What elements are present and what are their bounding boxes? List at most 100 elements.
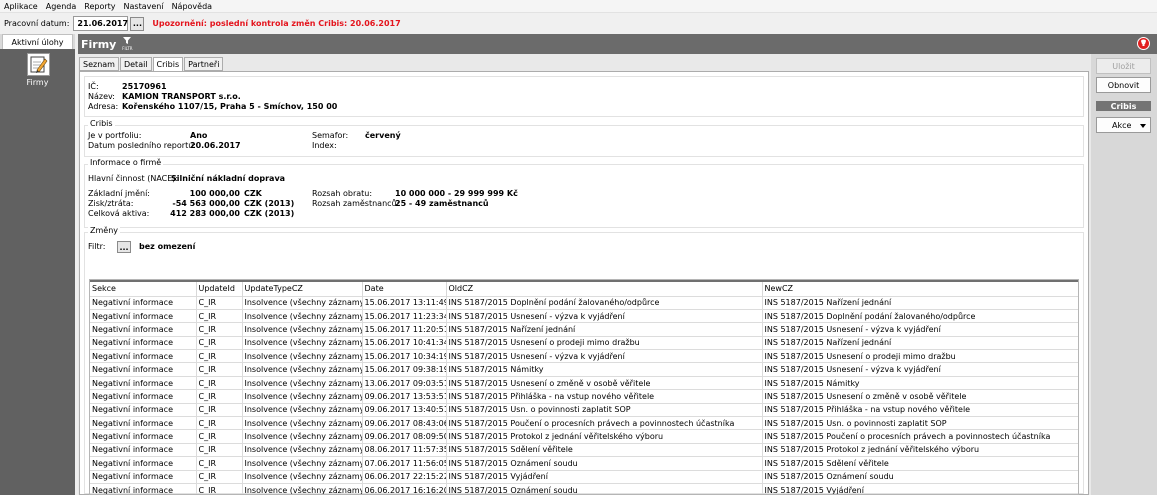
cell-sekce: Negativní informace [90, 335, 197, 350]
cell-updateid: C_IR [196, 389, 243, 404]
action-dropdown-label: Akce [1112, 120, 1132, 130]
action-dropdown[interactable]: Akce [1096, 117, 1151, 133]
table-row[interactable]: Negativní informace C_IR Insolvence (všech… [90, 389, 1078, 404]
col-updateid[interactable]: UpdateId [196, 282, 243, 296]
profit-label: Zisk/ztráta: [88, 199, 134, 208]
cell-date: 15.06.2017 09:38:19 [362, 362, 447, 377]
cell-updateid: C_IR [196, 469, 243, 484]
menu-bar: Aplikace Agenda Reporty Nastavení Nápově… [0, 0, 1157, 13]
index-label: Index: [312, 141, 337, 150]
menu-item-napoveda[interactable]: Nápověda [172, 2, 213, 11]
firmy-task-tile[interactable] [27, 53, 50, 76]
table-row[interactable]: Negativní informace C_IR Insolvence (všech… [90, 456, 1078, 471]
capital-value: 100 000,00 [189, 189, 240, 198]
table-header-row: Sekce UpdateId UpdateTypeCZ Date OldCZ N… [90, 282, 1078, 296]
col-updatetypecz[interactable]: UpdateTypeCZ [242, 282, 363, 296]
changes-table[interactable]: Sekce UpdateId UpdateTypeCZ Date OldCZ N… [89, 279, 1079, 495]
cell-updateid: C_IR [196, 308, 243, 323]
active-tasks-list: Firmy [0, 49, 75, 495]
cell-newcz: INS 5187/2015 Doplnění podání žalovaného… [762, 308, 1078, 323]
left-panel: Aktivní úlohy Firmy [0, 34, 75, 495]
table-row[interactable]: Negativní informace C_IR Insolvence (všech… [90, 349, 1078, 363]
table-row[interactable]: Negativní informace C_IR Insolvence (všech… [90, 295, 1078, 310]
table-row[interactable]: Negativní informace C_IR Insolvence (všech… [90, 322, 1078, 337]
company-info-title: Informace o firmě [88, 158, 164, 167]
cell-updateid: C_IR [196, 442, 243, 457]
working-date-field[interactable]: 21.06.2017 [73, 16, 129, 31]
cell-updateid: C_IR [196, 295, 243, 310]
cribis-tab-content: IČ: 25170961 Název: KAMION TRANSPORT s.r… [79, 71, 1089, 495]
cell-newcz: INS 5187/2015 Usnesení - výzva k vyjádře… [762, 322, 1078, 337]
table-row[interactable]: Negativní informace C_IR Insolvence (všech… [90, 442, 1078, 457]
filter-button[interactable]: FILTR [122, 37, 133, 51]
table-row[interactable]: Negativní informace C_IR Insolvence (všech… [90, 429, 1078, 444]
tab-active-tasks[interactable]: Aktivní úlohy [2, 34, 73, 49]
table-row[interactable]: Negativní informace C_IR Insolvence (všech… [90, 375, 1078, 390]
cell-oldcz: INS 5187/2015 Usnesení - výzva k vyjádře… [446, 349, 763, 363]
nace-label: Hlavní činnost (NACE): [88, 174, 179, 183]
cell-updatetype: Insolvence (všechny záznamy) [242, 456, 363, 471]
cell-updateid: C_IR [196, 322, 243, 337]
refresh-button[interactable]: Obnovit [1096, 77, 1151, 93]
table-row[interactable]: Negativní informace C_IR Insolvence (všech… [90, 416, 1078, 430]
tab-cribis[interactable]: Cribis [152, 57, 184, 72]
capital-label: Základní jmění: [88, 189, 150, 198]
name-value: KAMION TRANSPORT s.r.o. [122, 92, 241, 101]
cell-newcz: INS 5187/2015 Oznámení soudu [762, 469, 1078, 484]
col-date[interactable]: Date [362, 282, 447, 296]
menu-item-nastaveni[interactable]: Nastavení [124, 2, 164, 11]
save-button[interactable]: Uložit [1096, 58, 1151, 74]
firmy-task-label: Firmy [26, 78, 49, 87]
col-newcz[interactable]: NewCZ [762, 282, 1078, 296]
cell-oldcz: INS 5187/2015 Usn. o povinnosti zaplatit… [446, 402, 763, 417]
table-row[interactable]: Negativní informace C_IR Insolvence (všech… [90, 362, 1078, 377]
cell-updatetype: Insolvence (všechny záznamy) [242, 442, 363, 457]
table-row[interactable]: Negativní informace C_IR Insolvence (všech… [90, 402, 1078, 417]
cell-updateid: C_IR [196, 349, 243, 363]
changes-filter-button[interactable]: ... [117, 241, 131, 253]
col-oldcz[interactable]: OldCZ [446, 282, 763, 296]
cell-sekce: Negativní informace [90, 322, 197, 337]
cell-sekce: Negativní informace [90, 402, 197, 417]
cell-updatetype: Insolvence (všechny záznamy) [242, 295, 363, 310]
cell-updateid: C_IR [196, 482, 243, 494]
cell-newcz: INS 5187/2015 Nařízení jednání [762, 295, 1078, 310]
table-row[interactable]: Negativní informace C_IR Insolvence (všech… [90, 482, 1078, 494]
profit-value: -54 563 000,00 [172, 199, 240, 208]
funnel-icon [123, 37, 132, 46]
semafor-label: Semafor: [312, 131, 349, 140]
cell-newcz: INS 5187/2015 Sdělení věřitele [762, 456, 1078, 471]
cell-oldcz: INS 5187/2015 Sdělení věřitele [446, 442, 763, 457]
turnover-label: Rozsah obratu: [312, 189, 373, 198]
table-row[interactable]: Negativní informace C_IR Insolvence (všech… [90, 308, 1078, 323]
menu-item-aplikace[interactable]: Aplikace [4, 2, 38, 11]
cell-oldcz: INS 5187/2015 Protokol z jednání věřitel… [446, 429, 763, 444]
tab-detail[interactable]: Detail [119, 57, 152, 71]
cell-newcz: INS 5187/2015 Nařízení jednání [762, 335, 1078, 350]
cell-sekce: Negativní informace [90, 349, 197, 363]
cell-sekce: Negativní informace [90, 456, 197, 471]
cell-date: 13.06.2017 09:03:51 [362, 375, 447, 390]
tab-partneri[interactable]: Partneři [184, 57, 224, 71]
close-module-button[interactable] [1137, 37, 1150, 50]
cribis-section-header: Cribis [1096, 101, 1151, 111]
menu-item-reporty[interactable]: Reporty [84, 2, 115, 11]
module-header: Firmy FILTR [78, 34, 1157, 54]
table-row[interactable]: Negativní informace C_IR Insolvence (všech… [90, 335, 1078, 350]
cell-updateid: C_IR [196, 456, 243, 471]
cell-oldcz: INS 5187/2015 Usnesení o změně v osobě v… [446, 375, 763, 390]
notepad-pencil-icon [28, 56, 49, 77]
assets-value: 412 283 000,00 [170, 209, 240, 218]
cell-sekce: Negativní informace [90, 389, 197, 404]
cell-date: 15.06.2017 11:20:51 [362, 322, 447, 337]
changes-grid: Sekce UpdateId UpdateTypeCZ Date OldCZ N… [90, 282, 1078, 494]
col-sekce[interactable]: Sekce [90, 282, 197, 296]
address-label: Adresa: [88, 102, 119, 111]
menu-item-agenda[interactable]: Agenda [46, 2, 77, 11]
tab-seznam[interactable]: Seznam [79, 57, 119, 71]
working-date-picker-button[interactable]: ... [130, 16, 145, 31]
cell-updateid: C_IR [196, 416, 243, 430]
table-row[interactable]: Negativní informace C_IR Insolvence (všech… [90, 469, 1078, 484]
address-value: Kořenského 1107/15, Praha 5 - Smíchov, 1… [122, 102, 338, 111]
assets-label: Celková aktiva: [88, 209, 150, 218]
